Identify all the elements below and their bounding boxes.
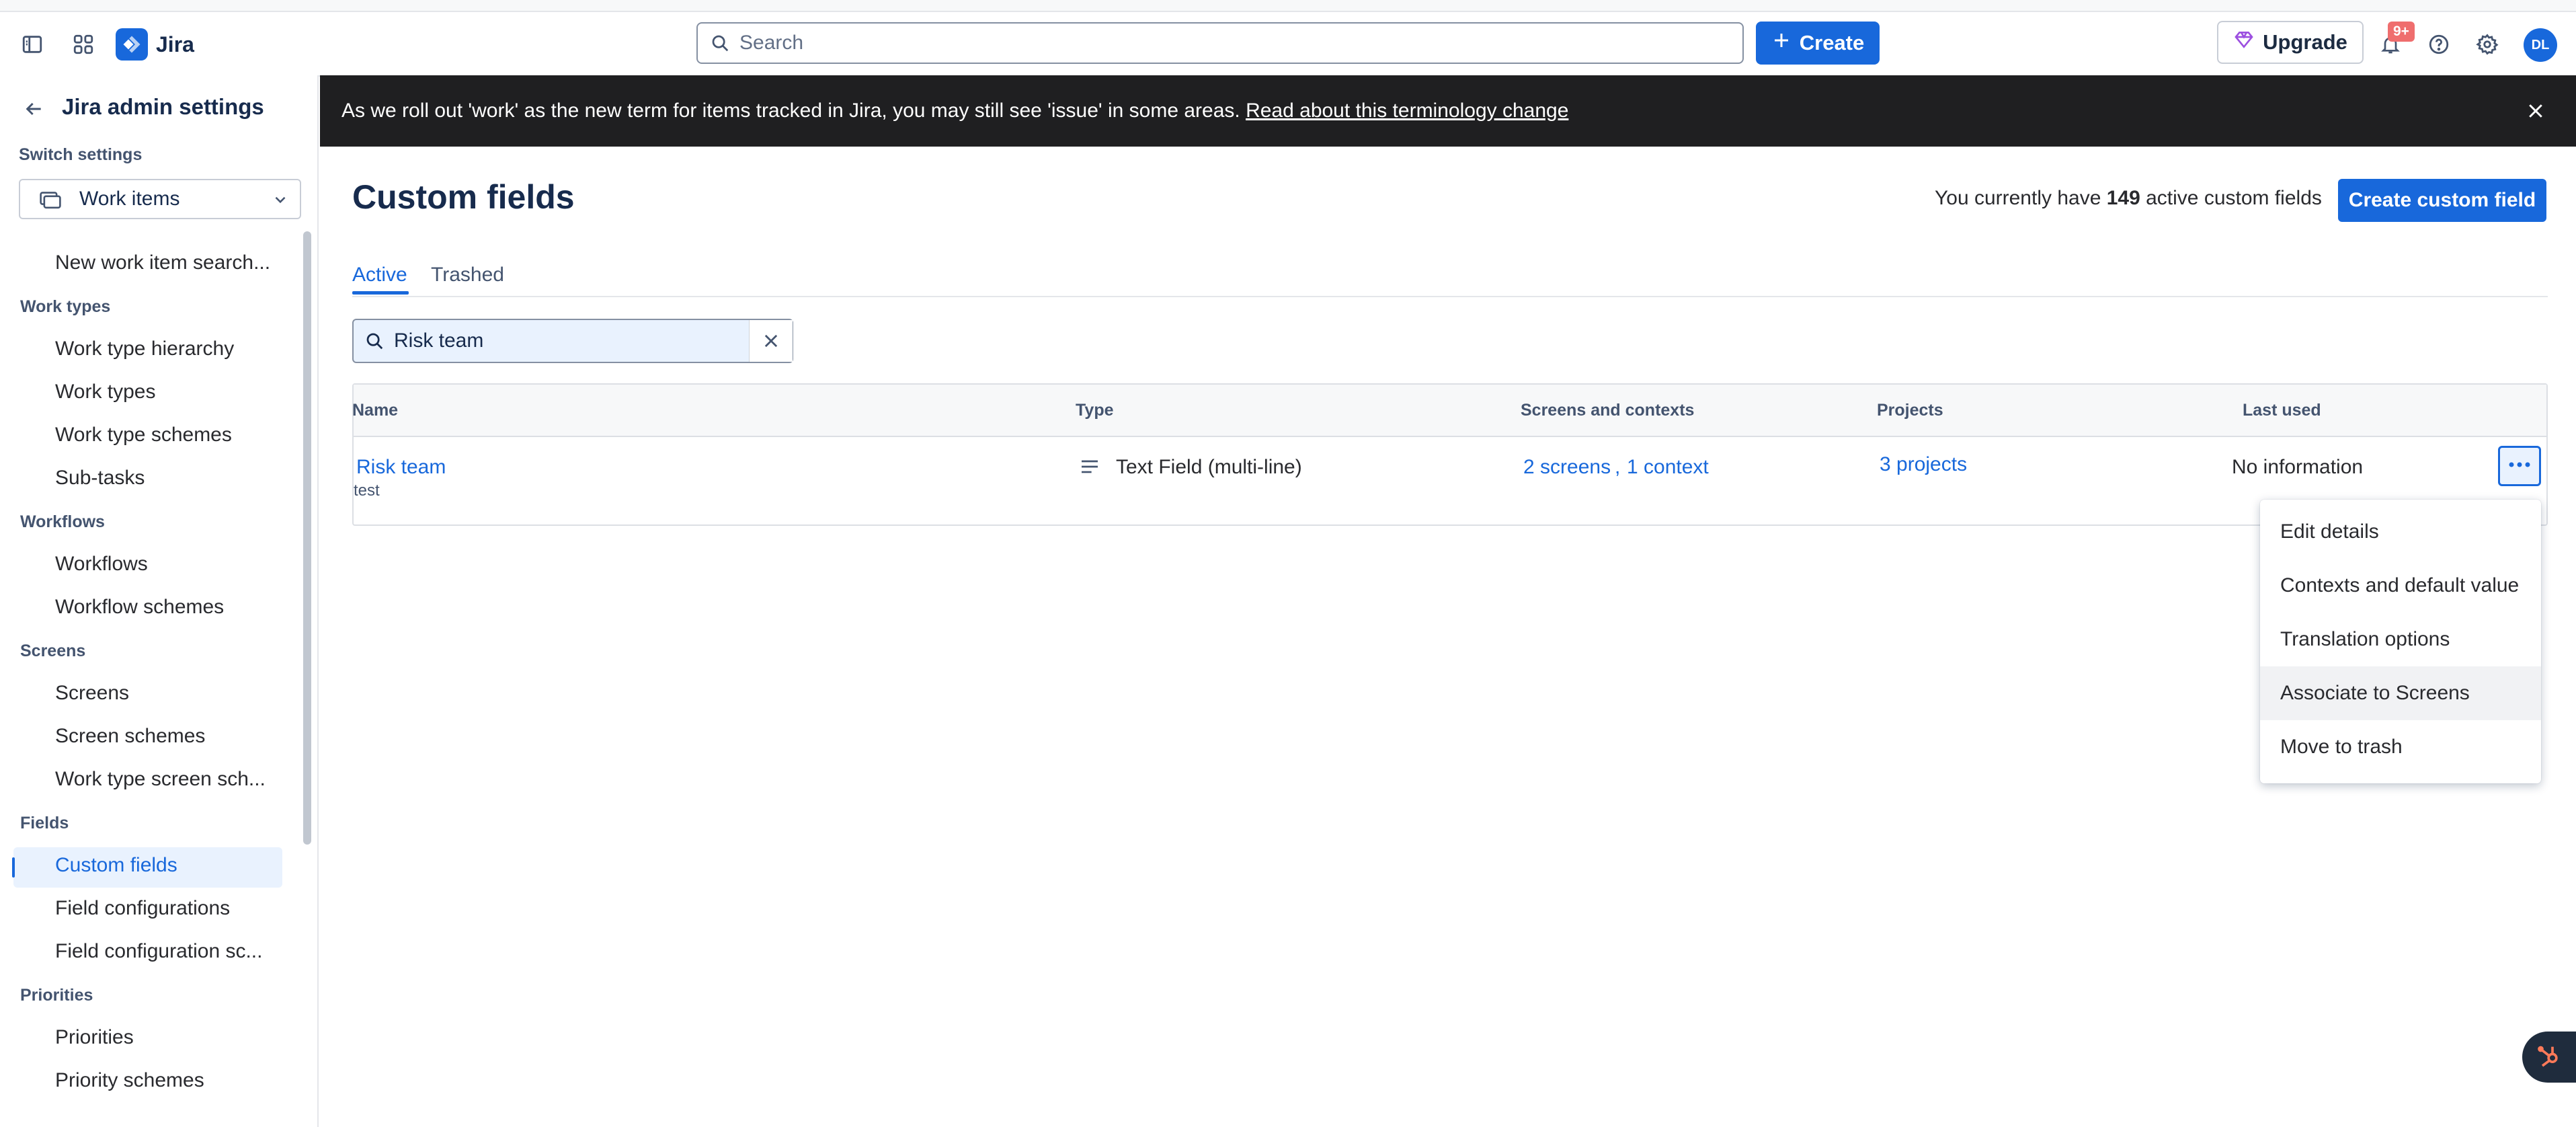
column-header-name[interactable]: Name (352, 401, 398, 420)
projects-link[interactable]: 3 projects (1880, 453, 1967, 476)
search-icon (364, 331, 385, 354)
banner-link[interactable]: Read about this terminology change (1246, 100, 1568, 122)
sidebar-item-priority-schemes[interactable]: Priority schemes (55, 1069, 204, 1092)
sidebar-item-work-type-hierarchy[interactable]: Work type hierarchy (55, 338, 234, 360)
search-placeholder: Search (739, 32, 804, 54)
sidebar-section-priorities: Priorities (20, 986, 93, 1005)
browser-top-strip (0, 0, 2576, 12)
sidebar-item-screen-schemes[interactable]: Screen schemes (55, 725, 205, 748)
menu-item-contexts-default-value[interactable]: Contexts and default value (2260, 559, 2541, 613)
switch-settings-select[interactable]: Work items (19, 179, 301, 219)
sidebar-toggle-icon[interactable] (19, 31, 46, 58)
switch-settings-label: Switch settings (19, 145, 143, 164)
field-name-link[interactable]: Risk team (356, 456, 446, 479)
back-arrow-icon[interactable] (20, 95, 47, 122)
text-lines-icon (1078, 456, 1101, 481)
more-dots-icon (2507, 460, 2532, 472)
banner-message: As we roll out 'work' as the new term fo… (341, 75, 1568, 147)
active-fields-count: You currently have 149 active custom fie… (1935, 187, 2322, 210)
table-header (354, 385, 2546, 437)
sidebar-item-field-configuration-schemes[interactable]: Field configuration sc... (55, 940, 262, 963)
create-button-label: Create (1799, 31, 1865, 54)
notifications-badge: 9+ (2388, 22, 2415, 42)
sidebar-scrollbar-thumb[interactable] (303, 231, 311, 845)
gem-icon (2233, 30, 2255, 55)
sidebar-title: Jira admin settings (62, 94, 264, 119)
work-items-icon (39, 190, 62, 213)
menu-item-associate-to-screens[interactable]: Associate to Screens (2260, 666, 2541, 720)
sidebar-item-custom-fields[interactable]: Custom fields (55, 854, 177, 877)
sidebar-section-screens: Screens (20, 642, 86, 660)
upgrade-button[interactable]: Upgrade (2217, 21, 2364, 64)
create-custom-field-button[interactable]: Create custom field (2338, 179, 2546, 222)
count-value: 149 (2106, 187, 2140, 209)
upgrade-button-label: Upgrade (2263, 30, 2347, 54)
sidebar-item-work-type-screen-schemes[interactable]: Work type screen sch... (55, 768, 266, 791)
filter-value: Risk team (394, 329, 484, 352)
create-button[interactable]: Create (1756, 22, 1880, 65)
column-header-screens-contexts: Screens and contexts (1521, 401, 1695, 420)
search-input[interactable]: Search (696, 22, 1744, 64)
sidebar-section-fields: Fields (20, 814, 69, 832)
sidebar-section-work-types: Work types (20, 297, 111, 316)
more-actions-button[interactable] (2498, 446, 2541, 486)
chevron-down-icon (272, 191, 289, 212)
sidebar-item-priorities[interactable]: Priorities (55, 1026, 134, 1049)
switch-settings-value: Work items (79, 188, 180, 210)
clear-filter-icon[interactable] (749, 320, 793, 362)
column-header-projects: Projects (1877, 401, 1943, 420)
tab-active-underline (352, 291, 409, 295)
link-separator: , (1615, 456, 1621, 478)
tab-active[interactable]: Active (352, 264, 407, 286)
sidebar-active-indicator (12, 857, 15, 878)
field-description: test (354, 481, 380, 500)
filter-input[interactable]: Risk team (352, 319, 793, 363)
sidebar-item-new-work-item-search[interactable]: New work item search... (55, 251, 270, 274)
tab-trashed[interactable]: Trashed (431, 264, 504, 286)
count-suffix: active custom fields (2140, 187, 2322, 209)
search-icon (710, 33, 730, 56)
sidebar-item-workflows[interactable]: Workflows (55, 553, 148, 576)
sidebar-item-screens[interactable]: Screens (55, 682, 129, 705)
column-header-type[interactable]: Type (1076, 401, 1114, 420)
sidebar-section-workflows: Workflows (20, 512, 105, 531)
menu-item-translation-options[interactable]: Translation options (2260, 613, 2541, 666)
menu-item-edit-details[interactable]: Edit details (2260, 505, 2541, 559)
contexts-link[interactable]: 1 context (1627, 456, 1709, 479)
screens-link[interactable]: 2 screens (1523, 456, 1611, 479)
jira-logo-icon[interactable] (116, 28, 148, 61)
count-prefix: You currently have (1935, 187, 2107, 209)
sidebar-item-work-type-schemes[interactable]: Work type schemes (55, 424, 232, 446)
banner-text: As we roll out 'work' as the new term fo… (341, 100, 1246, 122)
user-avatar[interactable]: DL (2524, 28, 2557, 62)
page-title: Custom fields (352, 178, 575, 216)
hubspot-widget-button[interactable] (2522, 1032, 2576, 1083)
app-switcher-icon[interactable] (70, 31, 97, 58)
plus-icon (1771, 30, 1792, 56)
terminology-banner: As we roll out 'work' as the new term fo… (320, 75, 2576, 147)
sidebar-item-sub-tasks[interactable]: Sub-tasks (55, 467, 145, 490)
tabs-divider (352, 296, 2548, 297)
column-header-last-used[interactable]: Last used (2243, 401, 2321, 420)
sidebar-item-field-configurations[interactable]: Field configurations (55, 897, 230, 920)
settings-gear-icon[interactable] (2474, 31, 2501, 58)
menu-item-move-to-trash[interactable]: Move to trash (2260, 720, 2541, 774)
brand-name[interactable]: Jira (156, 30, 194, 59)
more-actions-menu: Edit details Contexts and default value … (2260, 500, 2541, 783)
help-icon[interactable] (2425, 31, 2452, 58)
hubspot-icon (2536, 1042, 2563, 1073)
field-type: Text Field (multi-line) (1116, 456, 1302, 478)
close-icon[interactable] (2522, 98, 2549, 124)
sidebar-item-workflow-schemes[interactable]: Workflow schemes (55, 596, 224, 619)
last-used-value: No information (2232, 456, 2364, 478)
sidebar-item-work-types[interactable]: Work types (55, 381, 156, 403)
